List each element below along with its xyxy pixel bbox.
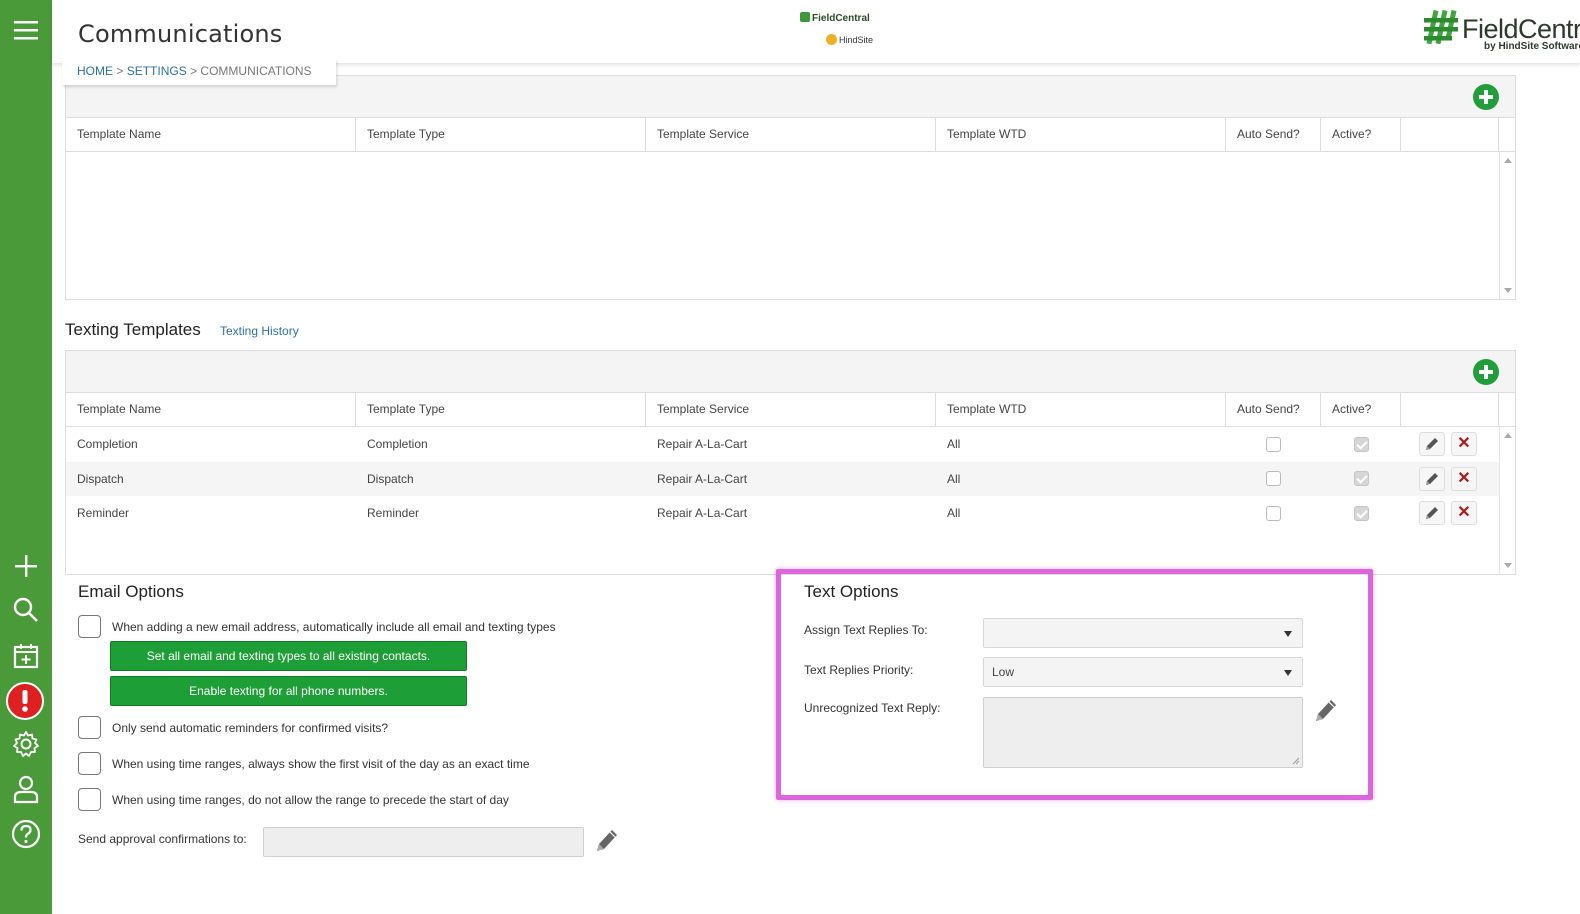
add-texting-template-button[interactable] (1473, 359, 1499, 385)
gear-icon[interactable] (6, 724, 46, 764)
scroll-down-icon[interactable] (1504, 563, 1512, 568)
search-icon[interactable] (6, 590, 46, 630)
email-options-title: Email Options (78, 582, 184, 601)
texting-templates-header: Template Name Template Type Template Ser… (66, 393, 1515, 427)
auto-send-checkbox[interactable] (1266, 505, 1281, 521)
pencil-icon (1426, 438, 1438, 451)
hindsite-mini-icon (826, 34, 837, 45)
help-icon[interactable] (6, 814, 46, 854)
hamburger-menu-icon[interactable] (6, 10, 46, 50)
edit-button[interactable] (1419, 432, 1445, 457)
auto-include-types-checkbox[interactable] (78, 615, 101, 638)
table-row[interactable]: Completion Completion Repair A-La-Cart A… (66, 427, 1515, 462)
chevron-down-icon (1284, 631, 1292, 637)
add-email-template-button[interactable] (1473, 84, 1499, 110)
no-range-before-start-checkbox[interactable] (78, 788, 101, 811)
chevron-down-icon (1284, 670, 1292, 676)
texting-templates-scrollbar[interactable] (1499, 427, 1515, 574)
breadcrumb-settings[interactable]: SETTINGS (127, 64, 187, 78)
auto-send-checkbox[interactable] (1266, 471, 1281, 487)
breadcrumb-tab: HOME > SETTINGS > COMMUNICATIONS (62, 59, 336, 85)
edit-button[interactable] (1419, 501, 1445, 526)
user-icon[interactable] (6, 769, 46, 809)
unrecognized-text-reply-field[interactable] (983, 697, 1303, 768)
enable-texting-button[interactable]: Enable texting for all phone numbers. (110, 676, 467, 706)
texting-templates-panel: Template Name Template Type Template Ser… (65, 350, 1516, 575)
email-templates-panel: Template Name Template Type Template Ser… (65, 75, 1516, 300)
fieldcentral-logo-icon (1424, 9, 1458, 45)
scroll-up-icon[interactable] (1504, 433, 1512, 438)
pencil-icon (1426, 507, 1438, 520)
email-templates-scrollbar[interactable] (1499, 152, 1515, 299)
delete-button[interactable]: ✕ (1451, 501, 1477, 526)
approval-confirmations-field[interactable] (263, 827, 584, 857)
text-replies-priority-select[interactable]: Low (983, 657, 1303, 687)
header: Communications FieldCentral HindSite Fie… (52, 0, 1580, 63)
close-icon: ✕ (1457, 469, 1471, 487)
sidebar (0, 0, 52, 914)
texting-history-link[interactable]: Texting History (220, 324, 299, 338)
active-checkbox[interactable] (1353, 505, 1369, 521)
page-title: Communications (78, 20, 283, 48)
edit-button[interactable] (1419, 466, 1445, 491)
pencil-icon (1426, 472, 1438, 485)
pencil-icon[interactable] (594, 826, 620, 854)
scroll-down-icon[interactable] (1504, 288, 1512, 293)
close-icon: ✕ (1457, 435, 1471, 453)
auto-send-checkbox[interactable] (1266, 436, 1281, 452)
active-checkbox[interactable] (1353, 436, 1369, 452)
delete-button[interactable]: ✕ (1451, 466, 1477, 491)
email-templates-header: Template Name Template Type Template Ser… (66, 118, 1515, 152)
confirmed-visits-reminders-checkbox[interactable] (78, 716, 101, 739)
text-options-title: Text Options (804, 582, 899, 601)
breadcrumb-home[interactable]: HOME (77, 64, 113, 78)
table-row[interactable]: Dispatch Dispatch Repair A-La-Cart All ✕ (66, 461, 1515, 496)
set-all-types-button[interactable]: Set all email and texting types to all e… (110, 641, 467, 671)
scroll-up-icon[interactable] (1504, 158, 1512, 163)
pencil-icon[interactable] (1313, 696, 1339, 724)
calendar-add-icon[interactable] (6, 636, 46, 676)
close-icon: ✕ (1457, 504, 1471, 522)
partner-logo: FieldCentral HindSite (800, 12, 880, 52)
add-icon[interactable] (6, 546, 46, 586)
delete-button[interactable]: ✕ (1451, 432, 1477, 457)
fieldcentral-mini-icon (800, 12, 810, 22)
resize-handle-icon (1292, 757, 1300, 765)
alert-icon[interactable] (6, 682, 44, 720)
breadcrumb-current: COMMUNICATIONS (200, 64, 312, 78)
brand-logo: FieldCentral by HindSite Software (1422, 8, 1580, 58)
first-visit-exact-time-checkbox[interactable] (78, 752, 101, 775)
active-checkbox[interactable] (1353, 471, 1369, 487)
breadcrumb: HOME > SETTINGS > COMMUNICATIONS (77, 64, 312, 78)
texting-templates-title: Texting Templates (65, 320, 201, 339)
table-row[interactable]: Reminder Reminder Repair A-La-Cart All ✕ (66, 496, 1515, 531)
texting-templates-body: Completion Completion Repair A-La-Cart A… (66, 427, 1515, 574)
email-templates-body (66, 152, 1515, 299)
assign-text-replies-select[interactable] (983, 618, 1303, 648)
